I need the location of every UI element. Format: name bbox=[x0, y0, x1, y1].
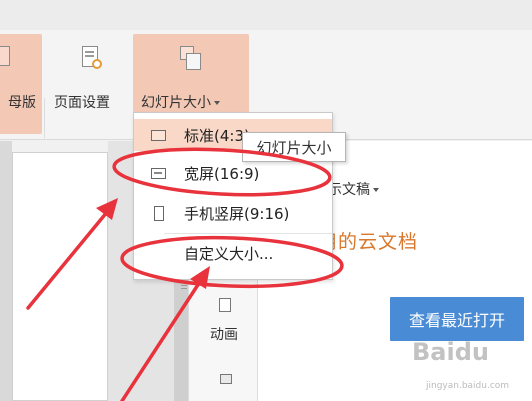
menu-item-label: 手机竖屏(9:16) bbox=[184, 204, 290, 223]
chevron-down-icon bbox=[373, 188, 379, 192]
task-pane-bar: 动画 bbox=[188, 272, 258, 401]
menu-item-label: 标准(4:3) bbox=[184, 126, 250, 145]
cloud-docs-text: 用的云文档 bbox=[318, 231, 419, 253]
chevron-down-icon bbox=[214, 101, 220, 105]
title-bar bbox=[0, 0, 532, 30]
slide-thumbnail[interactable] bbox=[12, 152, 108, 401]
menu-item-label: 宽屏(16:9) bbox=[184, 164, 260, 183]
master-slide-button[interactable]: 母版 bbox=[0, 34, 42, 134]
view-recent-button[interactable]: 查看最近打开 bbox=[390, 297, 524, 341]
slide-size-icon bbox=[180, 46, 202, 72]
page-setup-label: 页面设置 bbox=[54, 95, 110, 111]
widescreen-icon bbox=[151, 167, 166, 179]
animation-icon[interactable] bbox=[219, 298, 231, 312]
page-setup-icon bbox=[80, 46, 102, 72]
menu-item-custom-size[interactable]: 自定义大小... bbox=[134, 237, 332, 269]
menu-divider bbox=[164, 233, 332, 234]
page-setup-button[interactable]: 页面设置 bbox=[52, 34, 130, 134]
menu-item-label: 自定义大小... bbox=[184, 244, 274, 263]
baidu-watermark-logo: Baidu bbox=[412, 338, 489, 366]
animation-label[interactable]: 动画 bbox=[210, 324, 238, 344]
menu-item-mobile-portrait[interactable]: 手机竖屏(9:16) bbox=[134, 197, 332, 229]
slide-size-label: 幻灯片大小 bbox=[141, 92, 220, 112]
phone-portrait-icon bbox=[154, 205, 164, 221]
ribbon-divider bbox=[44, 98, 45, 138]
standard-ratio-icon bbox=[151, 129, 166, 141]
left-panel-edge bbox=[0, 141, 12, 401]
slide-size-tooltip: 幻灯片大小 bbox=[242, 132, 346, 162]
watermark-url: jingyan.baidu.com bbox=[426, 381, 510, 391]
layers-icon[interactable] bbox=[220, 374, 232, 384]
new-presentation-label[interactable]: 示文稿 bbox=[328, 179, 379, 199]
master-label: 母版 bbox=[8, 95, 36, 111]
master-icon bbox=[0, 46, 26, 72]
